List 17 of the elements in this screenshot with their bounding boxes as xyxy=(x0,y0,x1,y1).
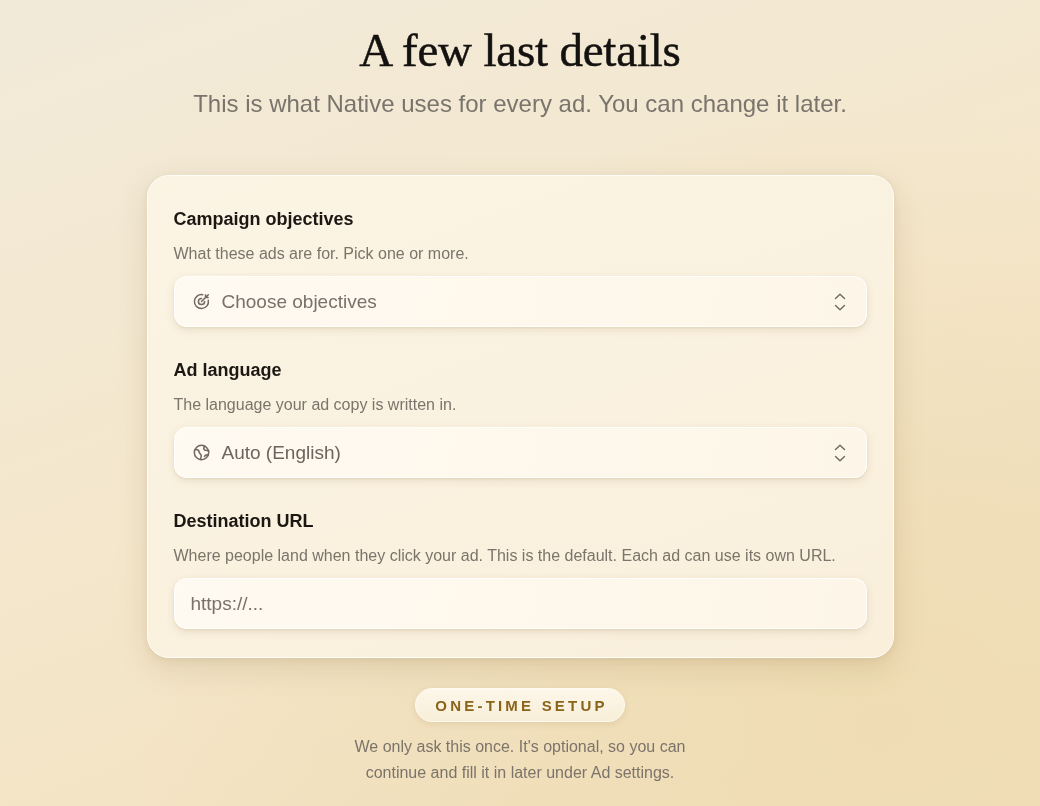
target-icon xyxy=(192,293,210,310)
field-label: Ad language xyxy=(173,359,283,381)
url-field[interactable]: https://... xyxy=(173,578,867,629)
field-label: Destination URL xyxy=(173,510,315,532)
setup-note: We only ask this once. It's optional, so you can continue and fill it in later under Ad settings. xyxy=(353,737,687,783)
field-label: Campaign objectives xyxy=(173,208,355,230)
globe-icon xyxy=(192,444,210,461)
select-field[interactable]: Choose objectives xyxy=(173,276,867,327)
page-title: A few last details xyxy=(359,23,681,78)
setup-badge: ONE-TIME SETUP xyxy=(415,688,625,722)
chevron-up-down-icon xyxy=(833,443,846,462)
field-description: The language your ad copy is written in. xyxy=(173,395,458,415)
chevron-up-down-icon xyxy=(833,292,846,311)
field-description: What these ads are for. Pick one or more. xyxy=(173,244,470,264)
page-subtitle: This is what Native uses for every ad. You can change it later. xyxy=(193,89,847,119)
select-field[interactable]: Auto (English) xyxy=(173,427,867,478)
field-description: Where people land when they click your ad. This is the default. Each ad can use its own URL. xyxy=(173,546,837,566)
